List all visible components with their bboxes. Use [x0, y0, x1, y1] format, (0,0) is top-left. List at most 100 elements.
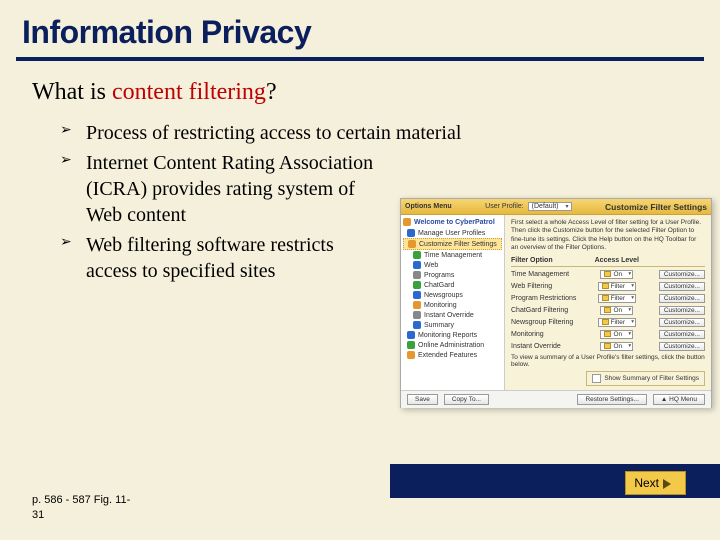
profile-label: User Profile:	[485, 203, 524, 210]
access-level-select[interactable]: On	[600, 342, 633, 351]
tree-item[interactable]: Web	[403, 260, 502, 270]
customize-button[interactable]: Customize...	[659, 270, 705, 279]
footer-line1: p. 586 - 587 Fig. 11-	[32, 494, 130, 506]
tree-item-label: Extended Features	[418, 352, 477, 359]
select-value: On	[613, 343, 622, 350]
next-label: Next	[634, 476, 659, 490]
arrow-right-icon	[663, 479, 671, 489]
title-rule	[16, 57, 704, 61]
tree-item-label: Customize Filter Settings	[419, 241, 497, 248]
options-menu-label[interactable]: Options Menu	[405, 203, 452, 210]
row-label: ChatGard Filtering	[511, 307, 587, 314]
slide-title: Information Privacy	[0, 0, 720, 57]
tree-item-label: Manage User Profiles	[418, 230, 485, 237]
settings-row: Program Restrictions Filter Customize...	[511, 294, 705, 303]
access-level-select[interactable]: On	[600, 330, 633, 339]
tree-item-label: Monitoring Reports	[418, 332, 477, 339]
row-label: Newsgroup Filtering	[511, 319, 587, 326]
copy-to-button[interactable]: Copy To...	[444, 394, 489, 405]
save-button[interactable]: Save	[407, 394, 438, 405]
folder-icon	[602, 295, 609, 301]
settings-row: Time Management On Customize...	[511, 270, 705, 279]
slide-question: What is content filtering?	[0, 79, 720, 120]
folder-icon	[604, 271, 611, 277]
folder-icon	[602, 283, 609, 289]
tree-item[interactable]: Summary	[403, 320, 502, 330]
tree-item[interactable]: ChatGard	[403, 280, 502, 290]
tree-welcome-label: Welcome to CyberPatrol	[414, 219, 495, 226]
select-value: Filter	[611, 283, 625, 290]
question-highlight: content filtering	[112, 79, 266, 105]
customize-button[interactable]: Customize...	[659, 294, 705, 303]
settings-pane: First select a whole Access Level of fil…	[505, 215, 711, 390]
tree-item[interactable]: Newsgroups	[403, 290, 502, 300]
restore-settings-button[interactable]: Restore Settings...	[577, 394, 646, 405]
program-icon	[413, 271, 421, 279]
show-summary-button[interactable]: Show Summary of Filter Settings	[586, 371, 705, 386]
tree-item-label: Monitoring	[424, 302, 457, 309]
profile-select[interactable]: (Default)	[528, 202, 572, 211]
tree-item-label: Programs	[424, 272, 454, 279]
question-pre: What is	[32, 79, 112, 105]
tree-item-label: Summary	[424, 322, 454, 329]
access-level-select[interactable]: On	[600, 306, 633, 315]
panel-title: Customize Filter Settings	[605, 202, 707, 212]
bullet-item: Web filtering software restricts access …	[60, 232, 380, 284]
folder-icon	[408, 240, 416, 248]
chat-icon	[413, 281, 421, 289]
select-value: Filter	[611, 319, 625, 326]
tree-item[interactable]: Extended Features	[403, 350, 502, 360]
settings-row: Web FilteringFilterCustomize...	[511, 282, 705, 291]
news-icon	[413, 291, 421, 299]
tree-item[interactable]: Monitoring Reports	[403, 330, 502, 340]
slide-footer: p. 586 - 587 Fig. 11- 31	[32, 493, 130, 522]
access-level-select[interactable]: Filter	[598, 294, 636, 303]
column-headers: Filter Option Access Level	[511, 257, 705, 267]
customize-button[interactable]: Customize...	[659, 282, 705, 291]
customize-button[interactable]: Customize...	[659, 330, 705, 339]
list-icon	[413, 321, 421, 329]
hq-menu-label: HQ Menu	[669, 396, 697, 403]
settings-row: Newsgroup Filtering Filter Customize...	[511, 318, 705, 327]
customize-button[interactable]: Customize...	[659, 306, 705, 315]
tree-item-selected[interactable]: Customize Filter Settings	[403, 238, 502, 250]
row-label: Time Management	[511, 271, 587, 278]
col-filter-option: Filter Option	[511, 257, 587, 264]
tree-item[interactable]: Manage User Profiles	[403, 228, 502, 238]
row-label: Instant Override	[511, 343, 587, 350]
tree-item[interactable]: Programs	[403, 270, 502, 280]
folder-icon	[604, 307, 611, 313]
bullet-item: Process of restricting access to certain…	[60, 120, 660, 146]
tree-item-label: Time Management	[424, 252, 482, 259]
select-value: Filter	[611, 295, 625, 302]
question-post: ?	[266, 79, 277, 105]
tree-item-label: Instant Override	[424, 312, 474, 319]
tree-item[interactable]: Online Administration	[403, 340, 502, 350]
row-label: Monitoring	[511, 331, 587, 338]
col-access-level: Access Level	[587, 257, 646, 264]
tree-item[interactable]: Time Management	[403, 250, 502, 260]
row-label: Program Restrictions	[511, 295, 587, 302]
tree-item[interactable]: Monitoring	[403, 300, 502, 310]
plugin-icon	[407, 351, 415, 359]
customize-button[interactable]: Customize...	[659, 342, 705, 351]
bullet-item: Internet Content Rating Association (ICR…	[60, 150, 380, 228]
customize-button[interactable]: Customize...	[659, 318, 705, 327]
tree-welcome: Welcome to CyberPatrol	[403, 218, 502, 226]
pane-intro: First select a whole Access Level of fil…	[511, 219, 705, 253]
folder-icon	[604, 331, 611, 337]
access-level-select[interactable]: Filter	[598, 318, 636, 327]
access-level-select[interactable]: On	[600, 270, 633, 279]
tree-item[interactable]: Instant Override	[403, 310, 502, 320]
next-button[interactable]: Next	[625, 471, 686, 495]
access-level-select[interactable]: Filter	[598, 282, 636, 291]
footer-line2: 31	[32, 509, 44, 521]
folder-icon	[407, 229, 415, 237]
home-icon	[403, 218, 411, 226]
settings-row: ChatGard Filtering On Customize...	[511, 306, 705, 315]
cloud-icon	[407, 341, 415, 349]
folder-icon	[604, 343, 611, 349]
lock-icon	[413, 311, 421, 319]
hq-menu-button[interactable]: ▲ HQ Menu	[653, 394, 705, 405]
select-value: On	[613, 331, 622, 338]
